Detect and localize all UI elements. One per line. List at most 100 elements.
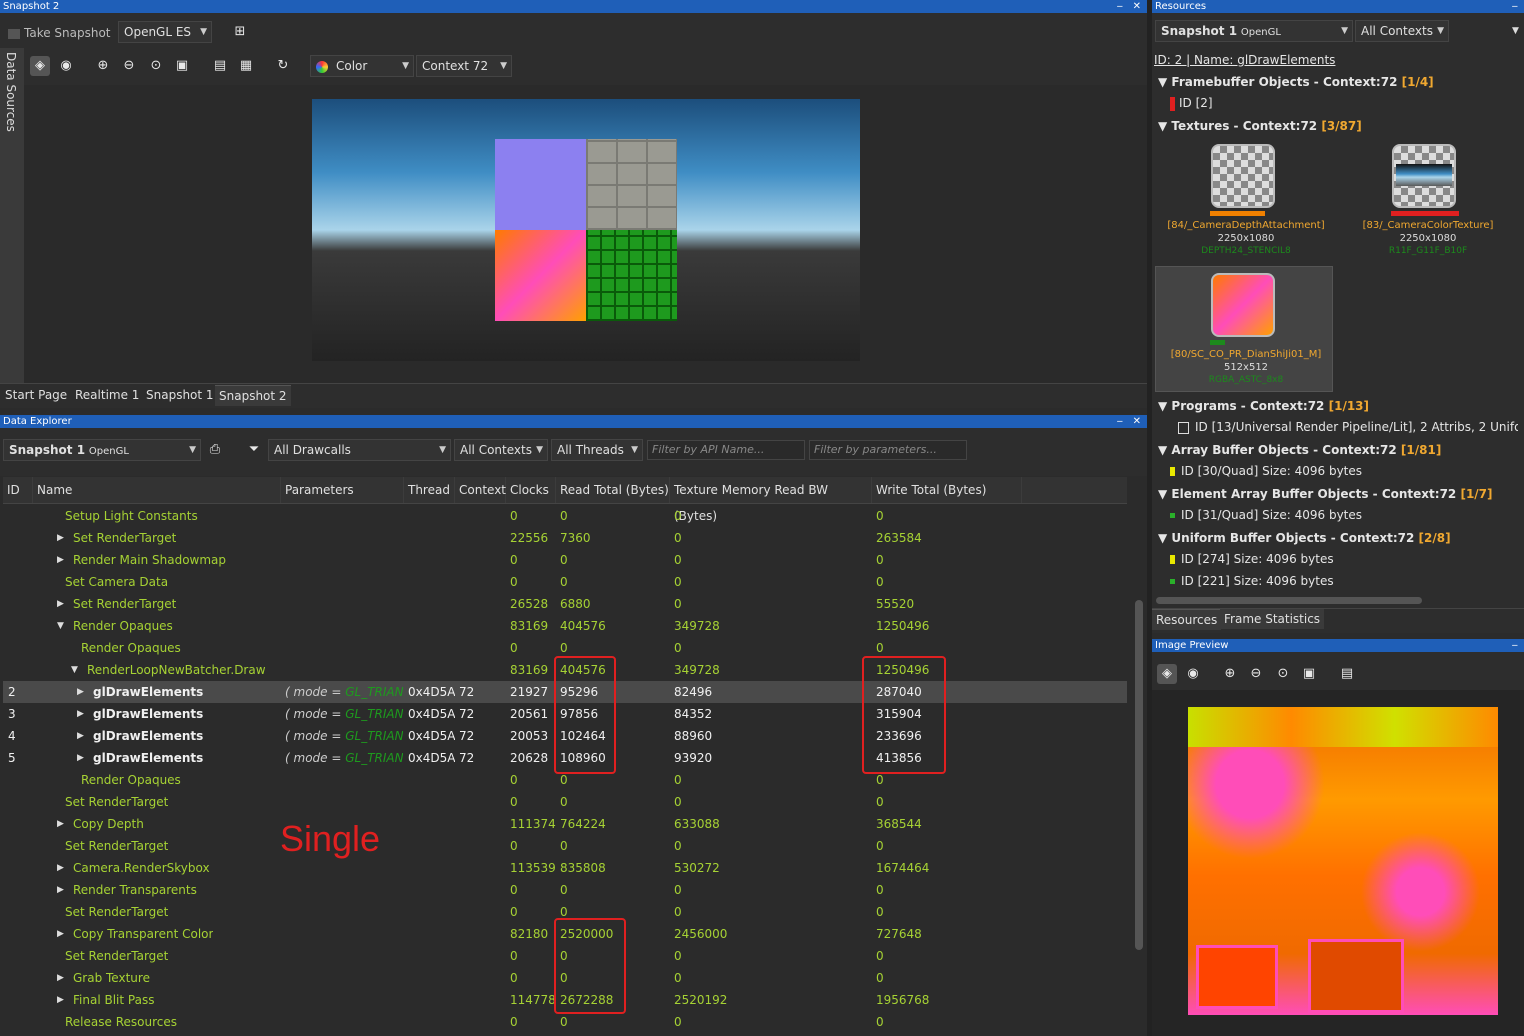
collapse-triangle-icon[interactable]: ▼ xyxy=(57,615,64,637)
radio-mode-icon[interactable]: ◉ xyxy=(56,56,76,76)
color-texture-thumbnail[interactable] xyxy=(1392,144,1456,208)
radio-mode-icon[interactable]: ◉ xyxy=(1183,664,1203,684)
add-panel-icon[interactable]: ⊞ xyxy=(230,22,250,42)
api-select[interactable]: OpenGL ES ▼ xyxy=(118,21,212,43)
context-select[interactable]: Context 72 ▼ xyxy=(416,55,512,77)
tab-frame-statistics[interactable]: Frame Statistics xyxy=(1220,609,1325,629)
resources-hscrollbar[interactable] xyxy=(1156,597,1422,604)
tab-snapshot-2[interactable]: Snapshot 2 xyxy=(215,385,291,406)
save-icon[interactable]: ▤ xyxy=(210,56,230,76)
filter-icon[interactable]: ⏷ xyxy=(244,440,264,460)
minimize-icon[interactable]: ‒ xyxy=(1512,0,1518,13)
minimize-icon[interactable]: ‒ xyxy=(1117,415,1123,428)
color-mode-select[interactable]: Color ▼ xyxy=(310,55,414,77)
select-mode-icon[interactable]: ◈ xyxy=(30,56,50,76)
table-row[interactable]: Set RenderTarget 0 0 0 0 xyxy=(3,791,1127,813)
element-buffer-section[interactable]: ▼ Element Array Buffer Objects - Context… xyxy=(1158,484,1493,504)
contexts-select[interactable]: All Contexts ▼ xyxy=(454,439,548,461)
column-header-thread[interactable]: Thread xyxy=(404,477,455,503)
framebuffer-section[interactable]: ▼ Framebuffer Objects - Context:72 [1/4] xyxy=(1158,72,1434,92)
resource-snapshot-select[interactable]: Snapshot 1 OpenGL ▼ xyxy=(1155,20,1353,42)
resource-contexts-select[interactable]: All Contexts ▼ xyxy=(1355,20,1449,42)
table-row[interactable]: ▶ Render Transparents 0 0 0 0 xyxy=(3,879,1127,901)
column-header-parameters[interactable]: Parameters xyxy=(281,477,404,503)
save-icon[interactable]: ▤ xyxy=(1337,664,1357,684)
close-icon[interactable]: ✕ xyxy=(1133,415,1141,428)
depth-texture-thumbnail[interactable] xyxy=(1211,144,1275,208)
column-header-id[interactable]: ID xyxy=(3,477,33,503)
column-header-clocks[interactable]: Clocks xyxy=(506,477,556,503)
uniform-buffer-item-1[interactable]: ID [274] Size: 4096 bytes xyxy=(1170,549,1334,569)
array-buffer-item[interactable]: ID [30/Quad] Size: 4096 bytes xyxy=(1170,461,1362,481)
minimize-icon[interactable]: ‒ xyxy=(1117,0,1123,13)
table-row[interactable]: ▶ Camera.RenderSkybox 113539 835808 530272 16… xyxy=(3,857,1127,879)
zoom-fit-icon[interactable]: ⊙ xyxy=(146,56,166,76)
zoom-in-icon[interactable]: ⊕ xyxy=(1220,664,1240,684)
refresh-icon[interactable]: ↻ xyxy=(273,56,293,76)
table-row[interactable]: ▶ Copy Depth 111374 764224 633088 368544 xyxy=(3,813,1127,835)
table-scrollbar[interactable] xyxy=(1135,600,1143,950)
threads-select[interactable]: All Threads ▼ xyxy=(551,439,643,461)
data-sources-sidetab[interactable]: Data Sources xyxy=(0,48,24,384)
programs-item[interactable]: ID [13/Universal Render Pipeline/Lit], 2… xyxy=(1178,417,1518,437)
table-row[interactable]: Setup Light Constants 0 0 0 0 xyxy=(3,505,1127,527)
column-header-write-total[interactable]: Write Total (Bytes) xyxy=(872,477,1022,503)
table-row[interactable]: Release Resources 0 0 0 0 xyxy=(3,1011,1127,1033)
albedo-texture-thumbnail[interactable] xyxy=(1211,273,1275,337)
array-buffer-section[interactable]: ▼ Array Buffer Objects - Context:72 [1/8… xyxy=(1158,440,1441,460)
filter-params-input[interactable]: Filter by parameters... xyxy=(809,440,967,460)
programs-section[interactable]: ▼ Programs - Context:72 [1/13] xyxy=(1158,396,1369,416)
uniform-buffer-section[interactable]: ▼ Uniform Buffer Objects - Context:72 [2… xyxy=(1158,528,1451,548)
expand-triangle-icon[interactable]: ▶ xyxy=(57,989,64,1011)
column-header-context[interactable]: Context xyxy=(455,477,506,503)
export-icon[interactable]: ⎙ xyxy=(205,440,225,460)
minimize-icon[interactable]: ‒ xyxy=(1512,639,1518,652)
collapse-triangle-icon[interactable]: ▼ xyxy=(71,659,78,681)
expand-triangle-icon[interactable]: ▶ xyxy=(57,527,64,549)
fullscreen-icon[interactable]: ▣ xyxy=(172,56,192,76)
expand-triangle-icon[interactable]: ▶ xyxy=(77,725,84,747)
zoom-fit-icon[interactable]: ⊙ xyxy=(1273,664,1293,684)
element-buffer-item[interactable]: ID [31/Quad] Size: 4096 bytes xyxy=(1170,505,1362,525)
zoom-out-icon[interactable]: ⊖ xyxy=(1246,664,1266,684)
table-row[interactable]: ▼ Render Opaques 83169 404576 349728 1250496 xyxy=(3,615,1127,637)
expand-triangle-icon[interactable]: ▶ xyxy=(57,549,64,571)
column-header-texture-read[interactable]: Texture Memory Read BW (Bytes) xyxy=(670,477,872,523)
uniform-buffer-item-2[interactable]: ID [221] Size: 4096 bytes xyxy=(1170,571,1334,591)
expand-triangle-icon[interactable]: ▶ xyxy=(77,703,84,725)
expand-triangle-icon[interactable]: ▶ xyxy=(57,857,64,879)
preview-image[interactable] xyxy=(1188,707,1498,1015)
selection-info[interactable]: ID: 2 | Name: glDrawElements xyxy=(1154,50,1335,70)
framebuffer-item[interactable]: ID [2] xyxy=(1170,93,1213,113)
table-row[interactable]: ▶ Set RenderTarget 22556 7360 0 263584 xyxy=(3,527,1127,549)
zoom-in-icon[interactable]: ⊕ xyxy=(93,56,113,76)
expand-triangle-icon[interactable]: ▶ xyxy=(57,923,64,945)
grid-icon[interactable]: ▦ xyxy=(236,56,256,76)
table-row[interactable]: ▶ Render Main Shadowmap 0 0 0 0 xyxy=(3,549,1127,571)
expand-triangle-icon[interactable]: ▶ xyxy=(57,879,64,901)
tab-start-page[interactable]: Start Page xyxy=(1,385,71,405)
column-header-read-total[interactable]: Read Total (Bytes) xyxy=(556,477,670,503)
table-row[interactable]: ▶ Set RenderTarget 26528 6880 0 55520 xyxy=(3,593,1127,615)
table-row[interactable]: Set Camera Data 0 0 0 0 xyxy=(3,571,1127,593)
filter-api-input[interactable]: Filter by API Name... xyxy=(647,440,805,460)
expand-triangle-icon[interactable]: ▶ xyxy=(57,967,64,989)
textures-section[interactable]: ▼ Textures - Context:72 [3/87] xyxy=(1158,116,1362,136)
expand-triangle-icon[interactable]: ▶ xyxy=(57,593,64,615)
close-icon[interactable]: ✕ xyxy=(1133,0,1141,13)
expand-triangle-icon[interactable]: ▶ xyxy=(77,747,84,769)
tab-realtime-1[interactable]: Realtime 1 xyxy=(71,385,143,405)
column-header-name[interactable]: Name xyxy=(33,477,281,503)
tab-resources[interactable]: Resources xyxy=(1152,609,1222,630)
expand-triangle-icon[interactable]: ▶ xyxy=(57,813,64,835)
select-mode-icon[interactable]: ◈ xyxy=(1157,664,1177,684)
resource-overflow-icon[interactable]: ▼ xyxy=(1512,26,1519,36)
table-row[interactable]: Set RenderTarget 0 0 0 0 xyxy=(3,835,1127,857)
expand-triangle-icon[interactable]: ▶ xyxy=(77,681,84,703)
fullscreen-icon[interactable]: ▣ xyxy=(1299,664,1319,684)
drawcalls-select[interactable]: All Drawcalls ▼ xyxy=(268,439,451,461)
take-snapshot-button[interactable]: Take Snapshot xyxy=(8,22,111,44)
snapshot-select[interactable]: Snapshot 1 OpenGL ▼ xyxy=(3,439,201,461)
render-viewport[interactable] xyxy=(312,99,860,361)
tab-snapshot-1[interactable]: Snapshot 1 xyxy=(142,385,218,405)
